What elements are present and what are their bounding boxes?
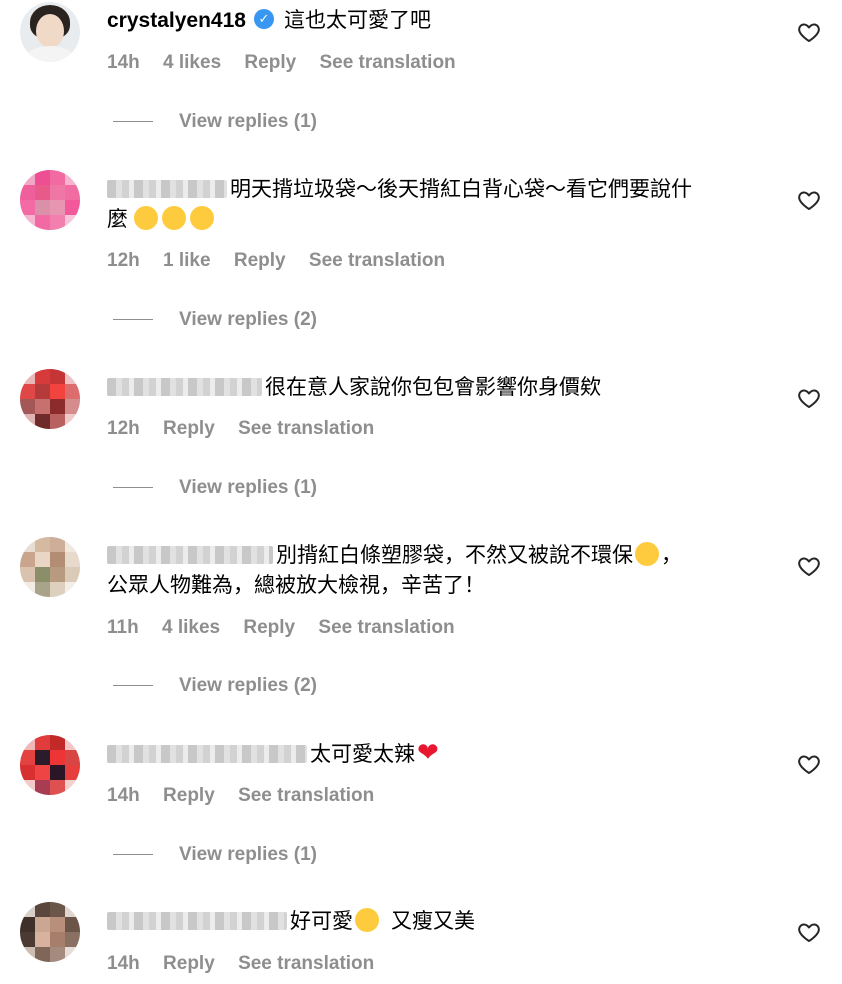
view-replies-label: View replies (1) (179, 477, 317, 498)
avatar[interactable] (20, 170, 80, 230)
timestamp: 14h (107, 52, 140, 73)
verified-badge-icon: ✓ (253, 9, 274, 30)
username[interactable]: crystalyen418 (107, 9, 246, 32)
tears-of-joy-icon (355, 908, 379, 933)
comment-text: 很在意人家說你包包會影響你身價欸 (107, 373, 601, 403)
heart-outline-icon[interactable] (797, 554, 821, 578)
view-replies-label: View replies (1) (179, 111, 317, 132)
comment-meta: 14h Reply See translation (107, 953, 392, 975)
username-blurred[interactable] (107, 744, 307, 763)
timestamp: 12h (107, 418, 140, 439)
comment-body: 別揹紅白條塑膠袋，不然又被說不環保 (276, 544, 633, 567)
avatar[interactable] (20, 537, 80, 597)
reply-button[interactable]: Reply (234, 250, 286, 271)
timestamp: 14h (107, 953, 140, 974)
divider (113, 685, 153, 687)
see-translation-button[interactable]: See translation (319, 52, 455, 73)
comment-meta: 14h 4 likes Reply See translation (107, 52, 474, 74)
avatar[interactable] (20, 735, 80, 795)
see-translation-button[interactable]: See translation (238, 785, 374, 806)
comment-body: 這也太可愛了吧 (283, 9, 431, 32)
comment-body: 麼 (107, 208, 128, 231)
reply-button[interactable]: Reply (163, 953, 215, 974)
relieved-face-icon (134, 206, 158, 231)
red-heart-icon (417, 741, 445, 765)
comment-text: crystalyen418 ✓ 這也太可愛了吧 (107, 6, 431, 36)
divider (113, 121, 153, 123)
likes-count[interactable]: 4 likes (163, 52, 221, 73)
username-blurred[interactable] (107, 377, 262, 396)
divider (113, 854, 153, 856)
timestamp: 11h (107, 617, 139, 638)
avatar[interactable] (20, 902, 80, 962)
username-blurred[interactable] (107, 545, 273, 564)
view-replies-button[interactable]: View replies (1) (113, 111, 317, 133)
comment-text: 太可愛太辣 (107, 740, 447, 770)
heart-outline-icon[interactable] (797, 386, 821, 410)
comment-body: 公眾人物難為，總被放大檢視，辛苦了！ (107, 574, 485, 597)
comment-text: 明天揹垃圾袋～後天揹紅白背心袋～看它們要說什 (107, 175, 692, 205)
relieved-face-icon (162, 206, 186, 231)
comment-meta: 11h 4 likes Reply See translation (107, 617, 473, 639)
timestamp: 14h (107, 785, 140, 806)
comment-text: 好可愛 又瘦又美 (107, 907, 475, 937)
reply-button[interactable]: Reply (163, 418, 215, 439)
view-replies-button[interactable]: View replies (1) (113, 477, 317, 499)
likes-count[interactable]: 1 like (163, 250, 211, 271)
likes-count[interactable]: 4 likes (162, 617, 220, 638)
comment-text: 別揹紅白條塑膠袋，不然又被說不環保 ， (107, 541, 682, 571)
comment-meta: 14h Reply See translation (107, 785, 392, 807)
heart-outline-icon[interactable] (797, 920, 821, 944)
username-blurred[interactable] (107, 179, 227, 198)
heart-outline-icon[interactable] (797, 20, 821, 44)
reply-button[interactable]: Reply (163, 785, 215, 806)
reply-button[interactable]: Reply (243, 617, 295, 638)
view-replies-button[interactable]: View replies (2) (113, 309, 317, 331)
view-replies-label: View replies (2) (179, 309, 317, 330)
relieved-face-icon (190, 206, 214, 231)
divider (113, 487, 153, 489)
avatar[interactable] (20, 2, 80, 62)
comment-text-line: 麼 (107, 205, 216, 235)
view-replies-button[interactable]: View replies (1) (113, 844, 317, 866)
see-translation-button[interactable]: See translation (309, 250, 445, 271)
divider (113, 319, 153, 321)
avatar[interactable] (20, 369, 80, 429)
comment-text-line: 公眾人物難為，總被放大檢視，辛苦了！ (107, 571, 485, 601)
comment-meta: 12h Reply See translation (107, 418, 392, 440)
comment-body: 很在意人家說你包包會影響你身價欸 (265, 376, 601, 399)
comment-meta: 12h 1 like Reply See translation (107, 250, 463, 272)
timestamp: 12h (107, 250, 140, 271)
comment-body: 又瘦又美 (391, 910, 475, 933)
comment-body: 好可愛 (290, 910, 353, 933)
heart-outline-icon[interactable] (797, 188, 821, 212)
see-translation-button[interactable]: See translation (238, 953, 374, 974)
view-replies-label: View replies (2) (179, 675, 317, 696)
comment-body: 太可愛太辣 (310, 743, 415, 766)
comment-body-punctuation: ， (661, 544, 682, 567)
tears-of-joy-icon (635, 542, 659, 567)
username-blurred[interactable] (107, 911, 287, 930)
comment-body: 明天揹垃圾袋～後天揹紅白背心袋～看它們要說什 (230, 178, 692, 201)
view-replies-label: View replies (1) (179, 844, 317, 865)
view-replies-button[interactable]: View replies (2) (113, 675, 317, 697)
heart-outline-icon[interactable] (797, 752, 821, 776)
reply-button[interactable]: Reply (244, 52, 296, 73)
see-translation-button[interactable]: See translation (238, 418, 374, 439)
see-translation-button[interactable]: See translation (318, 617, 454, 638)
